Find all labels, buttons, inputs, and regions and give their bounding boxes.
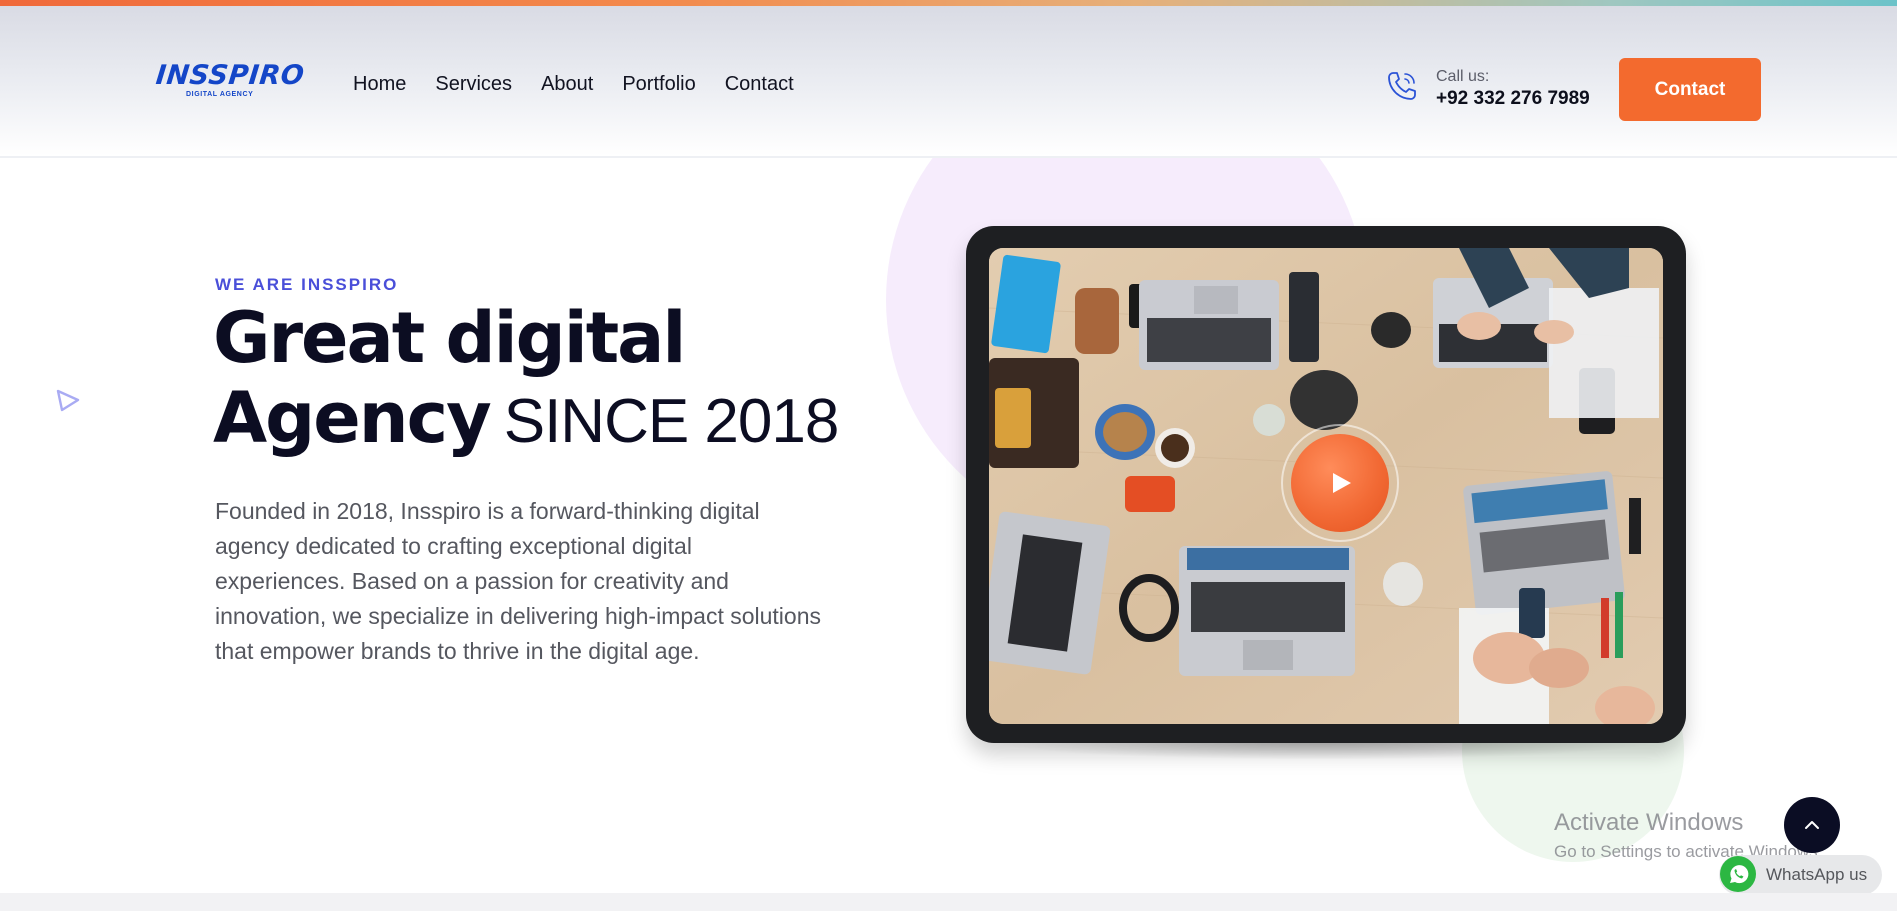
hero-eyebrow: WE ARE INSSPIRO [215,275,399,294]
headline-since: SINCE 2018 [503,387,840,456]
hero-headline: Great digital Agency SINCE 2018 [213,298,873,471]
site-header: INSSPIRO DIGITAL AGENCY Home Services Ab… [0,6,1897,158]
watermark-title: Activate Windows [1554,809,1744,836]
logo-tagline: DIGITAL AGENCY [186,91,254,98]
nav-item-portfolio[interactable]: Portfolio [622,72,695,96]
contact-button[interactable]: Contact [1619,58,1761,121]
whatsapp-icon [1720,856,1756,892]
nav-item-home[interactable]: Home [353,72,406,96]
main-nav: Home Services About Portfolio Contact [353,72,823,96]
logo-wordmark: INSSPIRO [154,60,306,91]
chevron-up-icon [1805,821,1819,829]
call-us-block[interactable]: Call us: +92 332 276 7989 [1384,64,1604,114]
next-section-edge [0,893,1897,911]
hero-description: Founded in 2018, Insspiro is a forward-t… [215,498,821,664]
headline-line-2: Agency SINCE 2018 [213,378,873,471]
play-icon [1333,473,1351,493]
whatsapp-button[interactable]: WhatsApp us [1719,855,1882,895]
phone-number[interactable]: +92 332 276 7989 [1436,88,1590,110]
whatsapp-label: WhatsApp us [1766,865,1868,884]
triangle-decoration-icon [56,389,80,412]
headline-line-1: Great digital [213,297,686,379]
video-tablet-frame [966,226,1686,743]
phone-icon [1388,72,1416,100]
scroll-to-top-button[interactable] [1784,797,1840,853]
logo[interactable]: INSSPIRO DIGITAL AGENCY [154,60,305,102]
video-play-button[interactable] [1291,434,1389,532]
headline-agency: Agency [213,377,492,459]
nav-item-contact[interactable]: Contact [725,72,794,96]
call-us-label: Call us: [1436,68,1490,85]
page: INSSPIRO DIGITAL AGENCY Home Services Ab… [0,0,1897,911]
nav-item-services[interactable]: Services [435,72,512,96]
video-thumbnail[interactable] [989,248,1663,724]
nav-item-about[interactable]: About [541,72,593,96]
